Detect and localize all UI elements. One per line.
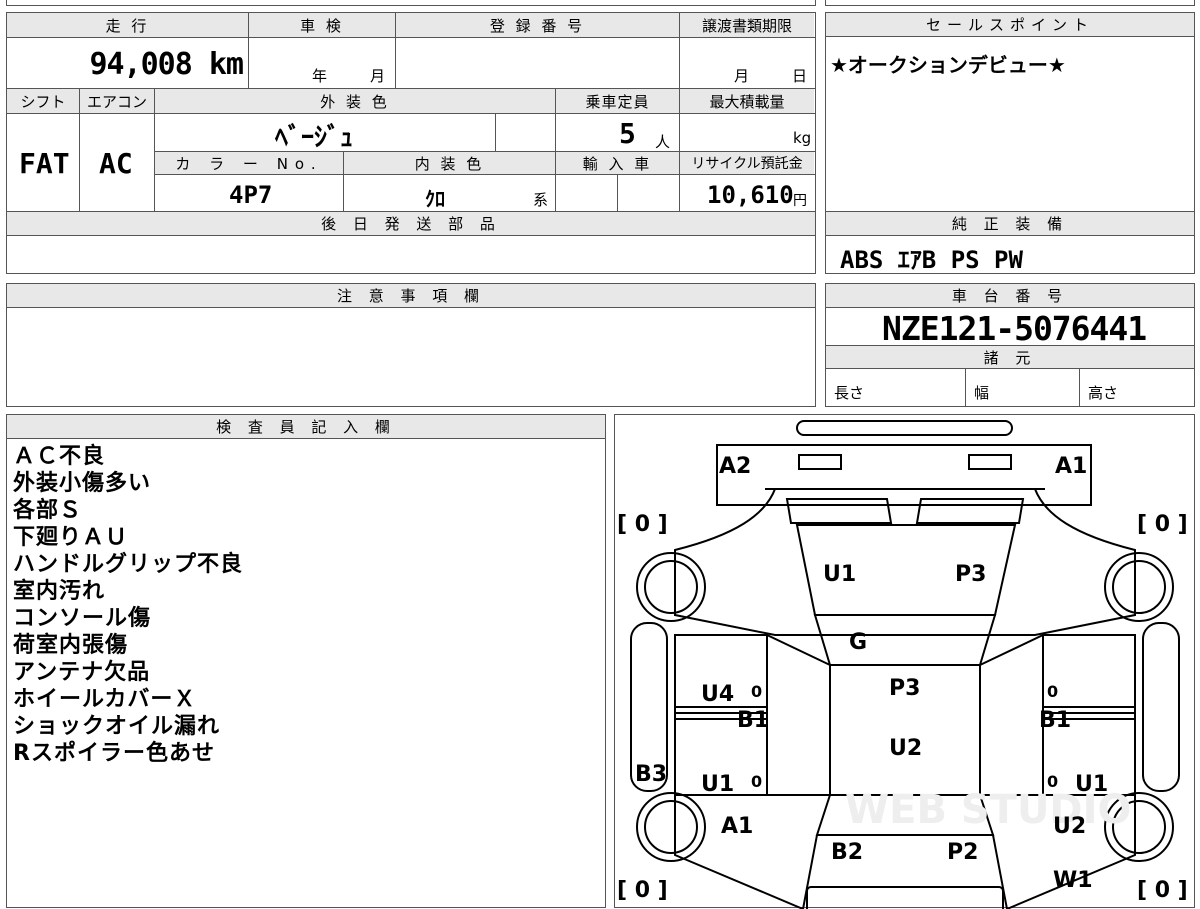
mark-left-rear-fender: A1 [721,814,753,839]
note-line: アンテナ欠品 [13,660,151,685]
recycle-unit: 円 [793,193,807,209]
inspection-header: 車 検 [249,13,395,37]
note-line: 荷室内張傷 [13,633,129,658]
sales-point-box: セールスポイント ★オークションデビュー★ [825,12,1195,212]
max-load-unit: kg [793,129,812,147]
dims-header: 諸 元 [826,345,1194,369]
top-strip-right [825,0,1195,6]
door-zero-left-front: 0 [751,682,762,701]
tire-rear-left: [ 0 ] [617,878,668,903]
inspector-notes: ＡＣ不良 外装小傷多い 各部Ｓ 下廻りＡＵ ハンドルグリップ不良 室内汚れ コン… [13,443,243,767]
ac-value: AC [99,147,133,180]
recycle-header: リサイクル預託金 [680,152,814,174]
shift-value: FAT [19,147,70,180]
car-diagram-box: WEB STUDIO [ 0 ] [ 0 ] [ 0 ] [ 0 ] A2 A1… [614,414,1195,909]
mark-left-sill: B3 [635,762,667,787]
note-line: コンソール傷 [13,606,152,631]
mark-left-front-door-b: B1 [737,708,769,733]
chassis-box: 車 台 番 号 NZE121-5076441 諸 元 長さ 幅 高さ [825,283,1195,407]
transfer-day: 日 [792,67,808,85]
mark-left-front-door: U4 [701,682,734,707]
spec-table: 走 行 車 検 登 録 番 号 譲渡書類期限 94,008 km 年 月 月 日… [6,12,816,212]
interior-color-suffix: 系 [533,191,549,209]
note-line: Rスポイラー色あせ [13,741,215,766]
registration-header: 登 録 番 号 [396,13,679,37]
note-line: 各部Ｓ [13,498,83,523]
mark-right-rear-wheel: W1 [1053,868,1093,893]
tire-front-right: [ 0 ] [1137,512,1188,537]
door-zero-left-rear: 0 [751,772,762,791]
tire-rear-right: [ 0 ] [1137,878,1188,903]
note-line: 室内汚れ [13,579,106,604]
note-line: ショックオイル漏れ [13,714,221,739]
inspector-box: 検 査 員 記 入 欄 ＡＣ不良 外装小傷多い 各部Ｓ 下廻りＡＵ ハンドルグリ… [6,414,606,908]
color-no-value: 4P7 [229,181,273,209]
mark-trunk-left: B2 [831,840,863,865]
mark-right-front-door-b: B1 [1039,708,1071,733]
exterior-color-header: 外 装 色 [155,89,555,113]
caution-box: 注 意 事 項 欄 [6,283,816,407]
door-zero-right-rear: 0 [1047,772,1058,791]
equipment-box: 純 正 装 備 ABS ｴｱB PS PW [825,211,1195,274]
exterior-color-value: ﾍﾞｰｼﾞｭ [275,123,354,153]
mark-left-rear-door: U1 [701,772,734,797]
later-parts-header: 後 日 発 送 部 品 [7,212,815,236]
interior-color-header: 内 装 色 [344,152,555,174]
note-line: 下廻りＡＵ [13,525,129,550]
mark-hood-left: U1 [823,562,856,587]
inspector-header: 検 査 員 記 入 欄 [7,415,605,439]
height-label: 高さ [1088,384,1119,402]
interior-color-value: ｸﾛ [425,187,445,211]
sales-point-text: ★オークションデビュー★ [830,53,1066,77]
equipment-text: ABS ｴｱB PS PW [840,246,1023,274]
mark-roof-top: P3 [889,676,920,701]
inspection-month: 月 [370,67,386,85]
transfer-month: 月 [734,67,750,85]
chassis-number: NZE121-5076441 [882,309,1147,348]
import-header: 輸 入 車 [556,152,679,174]
door-zero-right-front: 0 [1047,682,1058,701]
mark-front-right: A1 [1055,454,1087,479]
mileage-value: 94,008 km [89,47,244,82]
caution-header: 注 意 事 項 欄 [7,284,815,308]
mark-right-rear-fender: U2 [1053,814,1086,839]
note-line: ＡＣ不良 [13,444,106,469]
top-strip-left [6,0,816,6]
note-line: ハンドルグリップ不良 [13,552,244,577]
capacity-value: 5 [619,117,636,150]
length-label: 長さ [834,384,865,402]
note-line: ホイールカバーＸ [13,687,197,712]
capacity-header: 乗車定員 [556,89,679,113]
width-label: 幅 [974,384,990,402]
shift-header: シフト [7,89,79,113]
chassis-header: 車 台 番 号 [826,284,1194,308]
sales-point-header: セールスポイント [826,13,1194,37]
equipment-header: 純 正 装 備 [826,212,1194,236]
mark-trunk-right: P2 [947,840,978,865]
recycle-value: 10,610 [707,181,794,209]
max-load-header: 最大積載量 [680,89,814,113]
transfer-deadline-header: 譲渡書類期限 [680,13,814,37]
mileage-header: 走 行 [7,13,248,37]
mark-hood-right: P3 [955,562,986,587]
car-diagram: WEB STUDIO [ 0 ] [ 0 ] [ 0 ] [ 0 ] A2 A1… [617,420,1188,909]
capacity-unit: 人 [655,133,671,151]
mark-front-left: A2 [719,454,751,479]
ac-header: エアコン [80,89,154,113]
later-parts-box: 後 日 発 送 部 品 [6,211,816,274]
tire-front-left: [ 0 ] [617,512,668,537]
note-line: 外装小傷多い [13,471,152,496]
inspection-year: 年 [312,67,328,85]
mark-roof-bottom: U2 [889,736,922,761]
mark-windshield: G [849,630,867,655]
color-no-header: カ ラ ー No. [155,152,343,174]
mark-right-rear-door: U1 [1075,772,1108,797]
